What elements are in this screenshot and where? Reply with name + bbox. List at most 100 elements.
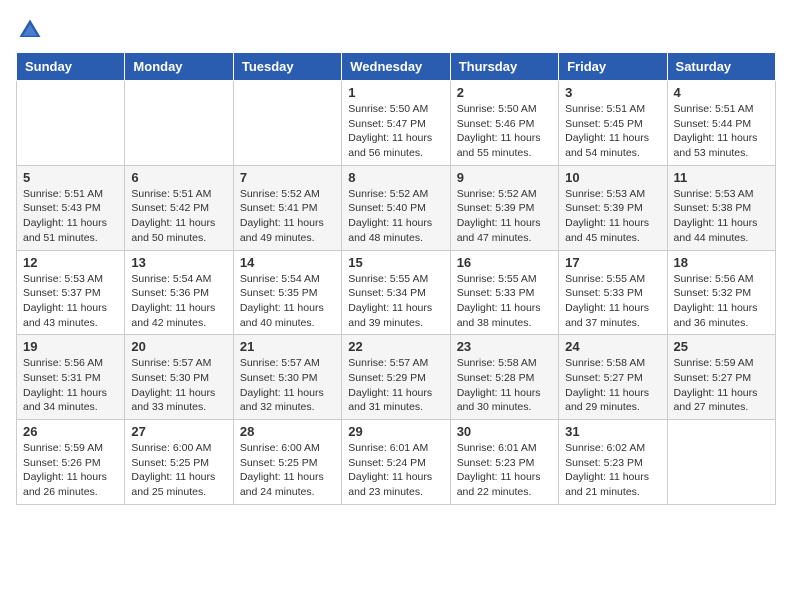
day-number: 21: [240, 339, 335, 354]
calendar-cell: 24Sunrise: 5:58 AM Sunset: 5:27 PM Dayli…: [559, 335, 667, 420]
day-info: Sunrise: 5:53 AM Sunset: 5:38 PM Dayligh…: [674, 187, 769, 246]
day-info: Sunrise: 5:56 AM Sunset: 5:32 PM Dayligh…: [674, 272, 769, 331]
calendar-header-tuesday: Tuesday: [233, 53, 341, 81]
calendar-cell: 26 Sunrise: 5:59 AM Sunset: 5:26 PM Dayli…: [17, 420, 125, 505]
calendar-cell: 4 Sunrise: 5:51 AM Sunset: 5:44 PM Daylig…: [667, 81, 775, 166]
calendar-cell: 29 Sunrise: 6:01 AM Sunset: 5:24 PM Dayli…: [342, 420, 450, 505]
day-number: 26: [23, 424, 118, 439]
day-info: Sunrise: 5:59 AM Sunset: 5:26 PM Dayligh…: [23, 441, 118, 500]
day-info: Sunrise: 5:54 AM Sunset: 5:36 PM Dayligh…: [131, 272, 226, 331]
calendar-cell: 27 Sunrise: 6:00 AM Sunset: 5:25 PM Dayli…: [125, 420, 233, 505]
calendar-cell: 21 Sunrise: 5:57 AM Sunset: 5:30 PM Dayli…: [233, 335, 341, 420]
calendar-table: SundayMondayTuesdayWednesdayThursdayFrid…: [16, 52, 776, 505]
day-info: Sunrise: 5:59 AM Sunset: 5:27 PM Dayligh…: [674, 356, 769, 415]
calendar-week-row: 19 Sunrise: 5:56 AM Sunset: 5:31 PM Dayli…: [17, 335, 776, 420]
day-info: Sunrise: 5:55 AM Sunset: 5:33 PM Dayligh…: [457, 272, 552, 331]
day-info: Sunrise: 5:51 AM Sunset: 5:45 PM Dayligh…: [565, 102, 660, 161]
day-number: 8: [348, 170, 443, 185]
calendar-week-row: 26 Sunrise: 5:59 AM Sunset: 5:26 PM Dayli…: [17, 420, 776, 505]
calendar-cell: 18 Sunrise: 5:56 AM Sunset: 5:32 PM Dayli…: [667, 250, 775, 335]
day-info: Sunrise: 5:53 AM Sunset: 5:39 PM Dayligh…: [565, 187, 660, 246]
calendar-cell: [125, 81, 233, 166]
day-info: Sunrise: 6:00 AM Sunset: 5:25 PM Dayligh…: [240, 441, 335, 500]
calendar-header-monday: Monday: [125, 53, 233, 81]
day-number: 25: [674, 339, 769, 354]
day-info: Sunrise: 5:52 AM Sunset: 5:40 PM Dayligh…: [348, 187, 443, 246]
day-number: 22: [348, 339, 443, 354]
calendar-week-row: 12 Sunrise: 5:53 AM Sunset: 5:37 PM Dayli…: [17, 250, 776, 335]
day-info: Sunrise: 5:50 AM Sunset: 5:47 PM Dayligh…: [348, 102, 443, 161]
day-number: 17: [565, 255, 660, 270]
calendar-cell: 7 Sunrise: 5:52 AM Sunset: 5:41 PM Daylig…: [233, 165, 341, 250]
calendar-cell: 30 Sunrise: 6:01 AM Sunset: 5:23 PM Dayli…: [450, 420, 558, 505]
day-info: Sunrise: 6:00 AM Sunset: 5:25 PM Dayligh…: [131, 441, 226, 500]
day-info: Sunrise: 5:57 AM Sunset: 5:30 PM Dayligh…: [240, 356, 335, 415]
day-info: Sunrise: 6:01 AM Sunset: 5:23 PM Dayligh…: [457, 441, 552, 500]
day-number: 14: [240, 255, 335, 270]
calendar-cell: 8 Sunrise: 5:52 AM Sunset: 5:40 PM Daylig…: [342, 165, 450, 250]
calendar-cell: 3 Sunrise: 5:51 AM Sunset: 5:45 PM Daylig…: [559, 81, 667, 166]
calendar-cell: 1Sunrise: 5:50 AM Sunset: 5:47 PM Daylig…: [342, 81, 450, 166]
day-number: 2: [457, 85, 552, 100]
day-number: 15: [348, 255, 443, 270]
calendar-cell: 2 Sunrise: 5:50 AM Sunset: 5:46 PM Daylig…: [450, 81, 558, 166]
day-info: Sunrise: 5:51 AM Sunset: 5:43 PM Dayligh…: [23, 187, 118, 246]
day-number: 27: [131, 424, 226, 439]
day-info: Sunrise: 5:54 AM Sunset: 5:35 PM Dayligh…: [240, 272, 335, 331]
day-number: 13: [131, 255, 226, 270]
day-number: 12: [23, 255, 118, 270]
day-number: 24: [565, 339, 660, 354]
day-number: 4: [674, 85, 769, 100]
day-number: 7: [240, 170, 335, 185]
day-number: 11: [674, 170, 769, 185]
day-number: 20: [131, 339, 226, 354]
calendar-cell: [667, 420, 775, 505]
day-number: 18: [674, 255, 769, 270]
calendar-header-thursday: Thursday: [450, 53, 558, 81]
day-info: Sunrise: 6:02 AM Sunset: 5:23 PM Dayligh…: [565, 441, 660, 500]
calendar-header-wednesday: Wednesday: [342, 53, 450, 81]
day-number: 19: [23, 339, 118, 354]
calendar-cell: 14 Sunrise: 5:54 AM Sunset: 5:35 PM Dayli…: [233, 250, 341, 335]
calendar-cell: 22Sunrise: 5:57 AM Sunset: 5:29 PM Dayli…: [342, 335, 450, 420]
day-number: 3: [565, 85, 660, 100]
calendar-cell: 17 Sunrise: 5:55 AM Sunset: 5:33 PM Dayli…: [559, 250, 667, 335]
day-number: 31: [565, 424, 660, 439]
calendar-header-sunday: Sunday: [17, 53, 125, 81]
calendar-cell: 25 Sunrise: 5:59 AM Sunset: 5:27 PM Dayli…: [667, 335, 775, 420]
page-header: [16, 16, 776, 44]
calendar-cell: 20 Sunrise: 5:57 AM Sunset: 5:30 PM Dayli…: [125, 335, 233, 420]
day-number: 29: [348, 424, 443, 439]
logo-icon: [16, 16, 44, 44]
day-number: 16: [457, 255, 552, 270]
calendar-week-row: 1Sunrise: 5:50 AM Sunset: 5:47 PM Daylig…: [17, 81, 776, 166]
day-number: 9: [457, 170, 552, 185]
calendar-cell: 15 Sunrise: 5:55 AM Sunset: 5:34 PM Dayli…: [342, 250, 450, 335]
day-info: Sunrise: 5:55 AM Sunset: 5:33 PM Dayligh…: [565, 272, 660, 331]
day-info: Sunrise: 5:51 AM Sunset: 5:42 PM Dayligh…: [131, 187, 226, 246]
day-info: Sunrise: 5:53 AM Sunset: 5:37 PM Dayligh…: [23, 272, 118, 331]
day-number: 28: [240, 424, 335, 439]
day-info: Sunrise: 5:51 AM Sunset: 5:44 PM Dayligh…: [674, 102, 769, 161]
calendar-cell: 10 Sunrise: 5:53 AM Sunset: 5:39 PM Dayli…: [559, 165, 667, 250]
calendar-cell: 11 Sunrise: 5:53 AM Sunset: 5:38 PM Dayli…: [667, 165, 775, 250]
day-number: 6: [131, 170, 226, 185]
day-info: Sunrise: 5:52 AM Sunset: 5:39 PM Dayligh…: [457, 187, 552, 246]
day-info: Sunrise: 5:55 AM Sunset: 5:34 PM Dayligh…: [348, 272, 443, 331]
calendar-header-friday: Friday: [559, 53, 667, 81]
day-info: Sunrise: 6:01 AM Sunset: 5:24 PM Dayligh…: [348, 441, 443, 500]
day-info: Sunrise: 5:58 AM Sunset: 5:28 PM Dayligh…: [457, 356, 552, 415]
calendar-cell: 31 Sunrise: 6:02 AM Sunset: 5:23 PM Dayli…: [559, 420, 667, 505]
day-number: 5: [23, 170, 118, 185]
calendar-cell: 23Sunrise: 5:58 AM Sunset: 5:28 PM Dayli…: [450, 335, 558, 420]
day-number: 30: [457, 424, 552, 439]
calendar-week-row: 5 Sunrise: 5:51 AM Sunset: 5:43 PM Daylig…: [17, 165, 776, 250]
day-info: Sunrise: 5:52 AM Sunset: 5:41 PM Dayligh…: [240, 187, 335, 246]
day-info: Sunrise: 5:50 AM Sunset: 5:46 PM Dayligh…: [457, 102, 552, 161]
calendar-cell: [233, 81, 341, 166]
calendar-cell: 12 Sunrise: 5:53 AM Sunset: 5:37 PM Dayli…: [17, 250, 125, 335]
day-info: Sunrise: 5:57 AM Sunset: 5:30 PM Dayligh…: [131, 356, 226, 415]
day-info: Sunrise: 5:56 AM Sunset: 5:31 PM Dayligh…: [23, 356, 118, 415]
calendar-cell: 6 Sunrise: 5:51 AM Sunset: 5:42 PM Daylig…: [125, 165, 233, 250]
day-number: 10: [565, 170, 660, 185]
